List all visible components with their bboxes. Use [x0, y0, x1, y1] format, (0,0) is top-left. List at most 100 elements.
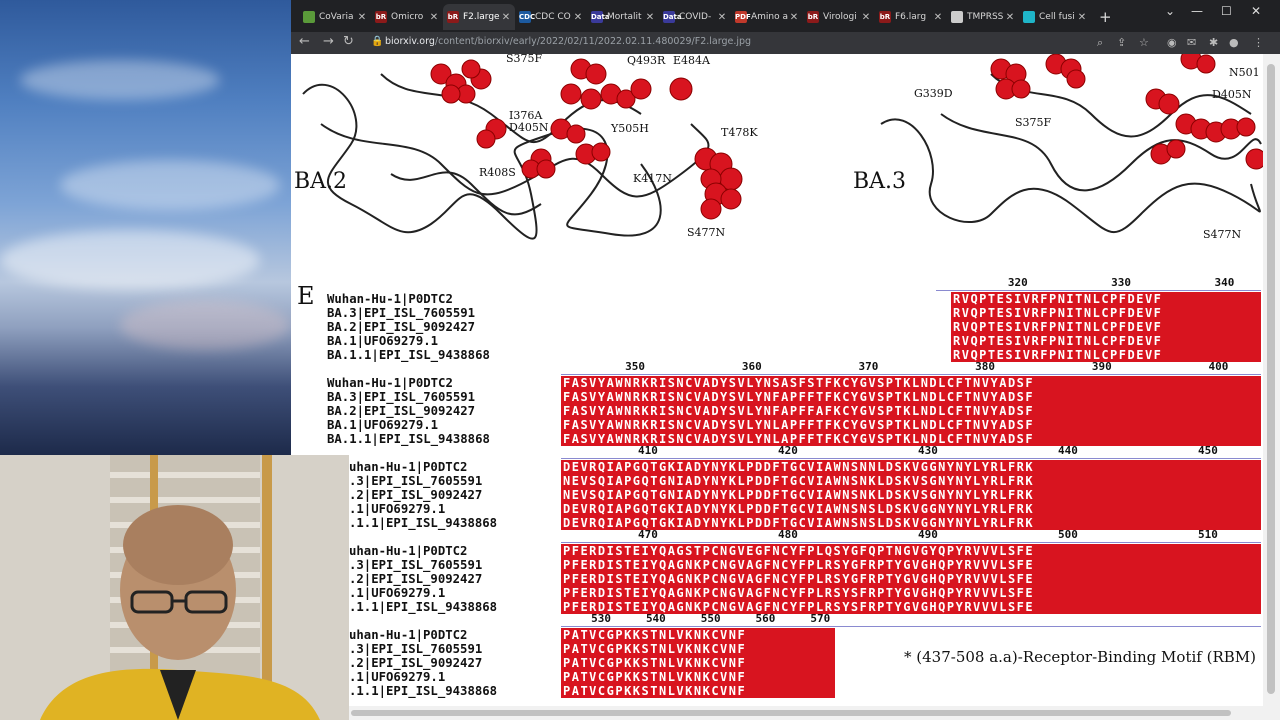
tab-close-icon[interactable]: ✕: [860, 12, 872, 23]
position-number: 500: [1058, 528, 1078, 541]
sequence-row: FASVYAWNRKRISNCVADYSVLYNFAPFFAFKCYGVSPTK…: [563, 404, 1035, 418]
position-number: 330: [1111, 276, 1132, 289]
sequence-row: RVQPTESIVRFPNITNLCPFDEVF: [953, 334, 1163, 348]
tab-favicon-icon: bR: [447, 11, 459, 23]
tab-0[interactable]: CoVaria ✕: [299, 4, 371, 30]
puzzle-icon[interactable]: ✱: [1209, 36, 1218, 49]
position-number: 430: [918, 444, 938, 457]
hscroll-thumb[interactable]: [351, 710, 1231, 716]
sequence-row: DEVRQIAPGQTGKIADYNYKLPDDFTGCVIAWNSNSLDSK…: [563, 502, 1035, 516]
minimize-icon[interactable]: —: [1191, 4, 1203, 18]
tab-4[interactable]: Data Mortalit ✕: [587, 4, 659, 30]
tab-close-icon[interactable]: ✕: [356, 12, 368, 23]
position-number: 350: [625, 360, 646, 373]
share-icon[interactable]: ⇪: [1117, 36, 1126, 49]
tab-1[interactable]: bR Omicro ✕: [371, 4, 443, 30]
sequence-row: PATVCGPKKSTNLVKNKCVNF: [563, 684, 747, 698]
sequence-name: .1|UFO69279.1: [349, 670, 446, 684]
tab-7[interactable]: bR Virologi ✕: [803, 4, 875, 30]
sequence-row: PFERDISTEIYQAGNKPCNGVAGFNCYFPLRSYGFRPTYG…: [563, 572, 1035, 586]
position-number: 540: [645, 612, 666, 625]
sequence-name: BA.2|EPI_ISL_9092427: [327, 320, 476, 334]
position-number: 370: [858, 360, 879, 373]
tab-5[interactable]: Data COVID- ✕: [659, 4, 731, 30]
tab-label: Virologi: [823, 12, 857, 22]
webcam-overlay: [0, 455, 349, 720]
tab-favicon-icon: [1023, 11, 1035, 23]
tab-close-icon[interactable]: ✕: [932, 12, 944, 23]
mutation-label: G339D: [914, 87, 953, 100]
tab-close-icon[interactable]: ✕: [428, 12, 440, 23]
position-number: 400: [1208, 360, 1229, 373]
tab-close-icon[interactable]: ✕: [500, 12, 512, 23]
close-window-icon[interactable]: ✕: [1251, 4, 1261, 18]
extension-icon[interactable]: ◉: [1167, 36, 1177, 49]
sequence-row: PATVCGPKKSTNLVKNKCVNF: [563, 656, 747, 670]
tab-9[interactable]: TMPRSS ✕: [947, 4, 1019, 30]
protein-structures: [302, 54, 1263, 240]
sequence-name: .1|UFO69279.1: [349, 502, 446, 516]
bookmark-star-icon[interactable]: ☆: [1139, 36, 1149, 49]
avatar[interactable]: ●: [1229, 36, 1239, 49]
sequence-row: FASVYAWNRKRISNCVADYSVLYNLAPFFTFKCYGVSPTK…: [563, 418, 1035, 432]
position-number: 410: [638, 444, 658, 457]
mutation-label: Q493R: [627, 54, 666, 67]
mutation-label: S375F: [1015, 116, 1052, 129]
sequence-row: FASVYAWNRKRISNCVADYSVLYNSASFSTFKCYGVSPTK…: [563, 376, 1035, 390]
chevron-down-icon[interactable]: ⌄: [1165, 4, 1175, 18]
tab-10[interactable]: Cell fusi ✕: [1019, 4, 1091, 30]
new-tab-button[interactable]: +: [1099, 8, 1112, 26]
mutation-label: D405N: [1212, 88, 1252, 101]
mail-extension-icon[interactable]: ✉: [1187, 36, 1196, 49]
sequence-name: .1|UFO69279.1: [349, 586, 446, 600]
desktop-wallpaper: [0, 0, 291, 455]
tab-close-icon[interactable]: ✕: [716, 12, 728, 23]
mutation-label: T478K: [721, 126, 758, 139]
position-number: 510: [1198, 528, 1218, 541]
tab-favicon-icon: Data: [591, 11, 610, 23]
mutation-label: D405N: [509, 121, 549, 134]
position-number: 450: [1198, 444, 1218, 457]
back-icon[interactable]: ←: [299, 34, 310, 49]
sequence-name: uhan-Hu-1|P0DTC2: [349, 544, 468, 558]
tab-favicon-icon: bR: [375, 11, 387, 23]
tab-close-icon[interactable]: ✕: [788, 12, 800, 23]
mutation-label: N501: [1229, 66, 1260, 79]
tab-close-icon[interactable]: ✕: [1004, 12, 1016, 23]
rbm-note: * (437-508 a.a)-Receptor-Binding Motif (…: [904, 648, 1256, 666]
position-number: 360: [741, 360, 762, 373]
ba3-label: BA.3: [853, 169, 907, 194]
tab-label: F6.larg: [895, 12, 927, 22]
url-text: biorxiv.org/content/biorxiv/early/2022/0…: [385, 36, 751, 47]
url-path: /content/biorxiv/early/2022/02/11/2022.0…: [434, 36, 752, 47]
tab-8[interactable]: bR F6.larg ✕: [875, 4, 947, 30]
tab-3[interactable]: CDC CDC CO ✕: [515, 4, 587, 30]
browser-toolbar: ← → ↻ 🔒 biorxiv.org/content/biorxiv/earl…: [291, 32, 1280, 54]
reload-icon[interactable]: ↻: [343, 34, 354, 49]
tab-close-icon[interactable]: ✕: [572, 12, 584, 23]
forward-icon[interactable]: →: [323, 34, 334, 49]
tab-close-icon[interactable]: ✕: [1076, 12, 1088, 23]
tab-6[interactable]: PDF Amino a ✕: [731, 4, 803, 30]
sequence-row: DEVRQIAPGQTGKIADYNYKLPDDFTGCVIAWNSNSLDSK…: [563, 516, 1035, 530]
tab-2[interactable]: bR F2.large ✕: [443, 4, 515, 30]
scroll-thumb[interactable]: [1267, 64, 1275, 694]
ruler-line: [561, 458, 1261, 459]
sequence-row: FASVYAWNRKRISNCVADYSVLYNLAPFFTFKCYGVSPTK…: [563, 432, 1035, 446]
position-number: 440: [1058, 444, 1078, 457]
zoom-icon[interactable]: ⌕: [1097, 36, 1103, 50]
vertical-scrollbar[interactable]: [1263, 54, 1280, 706]
tab-favicon-icon: CDC: [519, 11, 536, 23]
tab-label: CDC CO: [535, 12, 571, 22]
sequence-row: RVQPTESIVRFPNITNLCPFDEVF: [953, 292, 1163, 306]
maximize-icon[interactable]: ☐: [1221, 4, 1232, 18]
position-number: 390: [1091, 360, 1112, 373]
menu-icon[interactable]: ⋮: [1253, 36, 1264, 49]
mutation-label: Y505H: [611, 122, 649, 135]
sequence-name: uhan-Hu-1|P0DTC2: [349, 460, 468, 474]
tab-close-icon[interactable]: ✕: [644, 12, 656, 23]
horizontal-scrollbar[interactable]: [347, 706, 1280, 720]
sequence-name: BA.1|UFO69279.1: [327, 418, 439, 432]
url-domain: biorxiv.org: [385, 36, 435, 47]
address-bar[interactable]: 🔒 biorxiv.org/content/biorxiv/early/2022…: [367, 34, 1087, 52]
